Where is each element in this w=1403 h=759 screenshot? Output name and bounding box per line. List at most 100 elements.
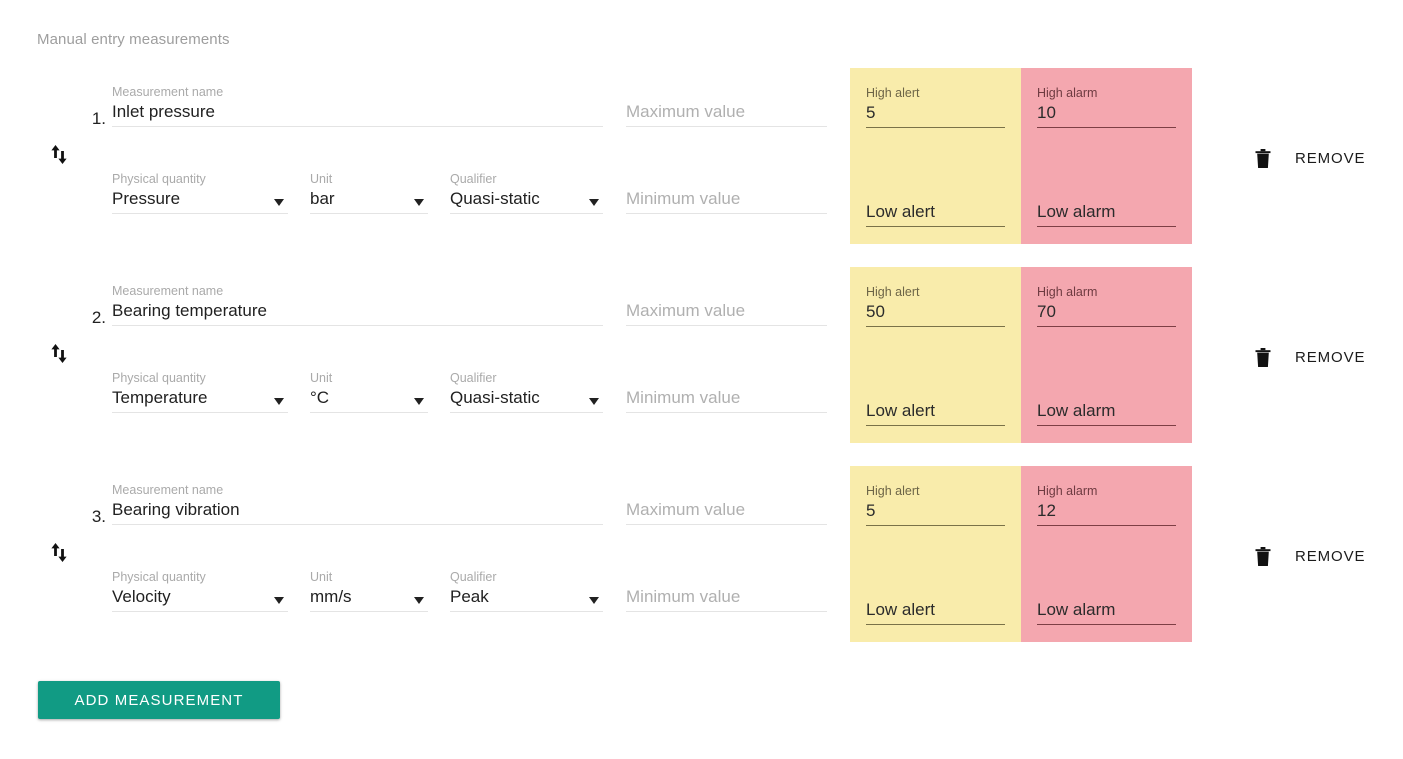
remove-button[interactable]: REMOVE [1255,146,1365,170]
low-alert-field[interactable]: Low alert [866,583,1005,625]
unit-label: Unit [310,371,333,385]
field-underline [866,624,1005,625]
minimum-value-value: Minimum value [626,587,741,606]
qualifier-label: Qualifier [450,570,497,584]
chevron-down-icon[interactable] [589,597,599,604]
maximum-value-field[interactable]: Maximum value [626,85,827,127]
physical-quantity-value: Pressure [112,189,181,208]
qualifier-select[interactable]: Qualifier Quasi-static [450,172,603,214]
alert-panel: High alert 50 Low alert [850,267,1021,443]
high-alert-label: High alert [866,86,920,100]
physical-quantity-value: Velocity [112,587,171,606]
qualifier-label: Qualifier [450,371,497,385]
field-underline [866,425,1005,426]
physical-quantity-label: Physical quantity [112,371,206,385]
measurement-row: 1. Measurement name Inlet pressure Physi… [0,62,1403,261]
low-alarm-field[interactable]: Low alarm [1037,384,1176,426]
add-measurement-button[interactable]: ADD MEASUREMENT [38,681,280,719]
field-underline [1037,326,1176,327]
minimum-value-field[interactable]: Minimum value [626,172,827,214]
reorder-up-down-icon[interactable] [45,341,75,371]
field-underline [626,213,827,214]
measurement-name-label: Measurement name [112,85,224,99]
qualifier-label: Qualifier [450,172,497,186]
low-alarm-field[interactable]: Low alarm [1037,185,1176,227]
measurement-name-field[interactable]: Measurement name Bearing temperature [112,284,603,326]
alarm-panel: High alarm 10 Low alarm [1021,68,1192,244]
alarm-panel: High alarm 12 Low alarm [1021,466,1192,642]
unit-select[interactable]: Unit bar [310,172,428,214]
high-alert-field[interactable]: High alert 50 [866,285,1005,327]
high-alert-field[interactable]: High alert 5 [866,86,1005,128]
qualifier-value: Quasi-static [450,189,540,208]
field-underline [112,412,288,413]
remove-button[interactable]: REMOVE [1255,544,1365,568]
low-alert-field[interactable]: Low alert [866,185,1005,227]
high-alarm-label: High alarm [1037,86,1098,100]
field-underline [626,126,827,127]
remove-label: REMOVE [1295,149,1366,167]
chevron-down-icon[interactable] [274,199,284,206]
minimum-value-field[interactable]: Minimum value [626,570,827,612]
high-alarm-field[interactable]: High alarm 70 [1037,285,1176,327]
high-alarm-field[interactable]: High alarm 10 [1037,86,1176,128]
low-alert-field[interactable]: Low alert [866,384,1005,426]
high-alarm-field[interactable]: High alarm 12 [1037,484,1176,526]
field-underline [1037,226,1176,227]
qualifier-select[interactable]: Qualifier Peak [450,570,603,612]
qualifier-value: Quasi-static [450,388,540,407]
field-underline [310,412,428,413]
measurement-name-label: Measurement name [112,483,224,497]
field-underline [866,525,1005,526]
field-underline [450,213,603,214]
trash-icon [1255,546,1271,566]
unit-value: °C [310,388,330,407]
remove-button[interactable]: REMOVE [1255,345,1365,369]
alert-panel: High alert 5 Low alert [850,68,1021,244]
high-alert-field[interactable]: High alert 5 [866,484,1005,526]
chevron-down-icon[interactable] [589,398,599,405]
measurement-name-field[interactable]: Measurement name Inlet pressure [112,85,603,127]
maximum-value-field[interactable]: Maximum value [626,284,827,326]
row-index: 3. [91,507,106,526]
high-alarm-value: 70 [1037,302,1056,321]
unit-select[interactable]: Unit mm/s [310,570,428,612]
physical-quantity-select[interactable]: Physical quantity Pressure [112,172,288,214]
field-underline [112,611,288,612]
unit-value: mm/s [310,587,352,606]
qualifier-select[interactable]: Qualifier Quasi-static [450,371,603,413]
physical-quantity-select[interactable]: Physical quantity Temperature [112,371,288,413]
chevron-down-icon[interactable] [414,199,424,206]
field-underline [866,127,1005,128]
reorder-up-down-icon[interactable] [45,540,75,570]
field-underline [1037,624,1176,625]
maximum-value-value: Maximum value [626,102,746,121]
chevron-down-icon[interactable] [274,398,284,405]
qualifier-value: Peak [450,587,489,606]
reorder-up-down-icon[interactable] [45,142,75,172]
measurement-name-field[interactable]: Measurement name Bearing vibration [112,483,603,525]
physical-quantity-select[interactable]: Physical quantity Velocity [112,570,288,612]
high-alarm-value: 12 [1037,501,1056,520]
measurement-row: 2. Measurement name Bearing temperature … [0,261,1403,460]
chevron-down-icon[interactable] [414,597,424,604]
unit-select[interactable]: Unit °C [310,371,428,413]
low-alert-value: Low alert [866,202,935,221]
remove-label: REMOVE [1295,547,1366,565]
chevron-down-icon[interactable] [414,398,424,405]
high-alarm-label: High alarm [1037,484,1098,498]
minimum-value-value: Minimum value [626,388,741,407]
chevron-down-icon[interactable] [589,199,599,206]
field-underline [626,325,827,326]
high-alert-value: 50 [866,302,885,321]
unit-label: Unit [310,570,333,584]
minimum-value-field[interactable]: Minimum value [626,371,827,413]
low-alert-value: Low alert [866,401,935,420]
maximum-value-field[interactable]: Maximum value [626,483,827,525]
chevron-down-icon[interactable] [274,597,284,604]
minimum-value-value: Minimum value [626,189,741,208]
field-underline [1037,425,1176,426]
field-underline [450,412,603,413]
low-alarm-field[interactable]: Low alarm [1037,583,1176,625]
measurement-name-value: Bearing vibration [112,500,240,519]
